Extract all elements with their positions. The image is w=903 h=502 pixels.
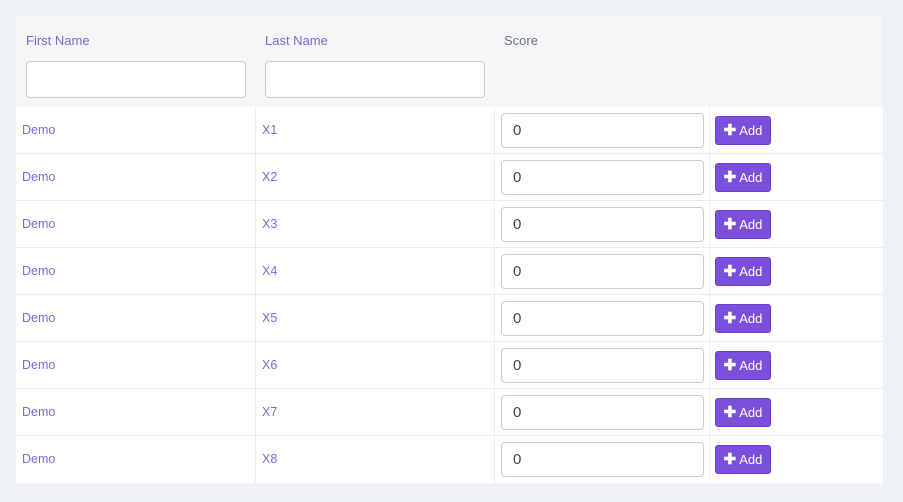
last-name-cell: X2 <box>262 170 278 184</box>
table-row: Demo X7 ✚Add <box>16 389 883 436</box>
first-name-cell: Demo <box>22 452 56 466</box>
add-button[interactable]: ✚ Add <box>715 257 771 286</box>
add-button[interactable]: ✚ Add <box>715 351 771 380</box>
first-name-cell: Demo <box>22 217 56 231</box>
table-row: Demo X4 ✚Add <box>16 248 883 295</box>
score-input[interactable] <box>501 113 704 148</box>
score-input[interactable] <box>501 395 704 430</box>
table-body: Demo X1 ✚Add Demo X2 ✚Add Demo X3 ✚Add D… <box>16 107 883 483</box>
table-row: Demo X8 ✚Add <box>16 436 883 483</box>
plus-icon: ✚ <box>723 216 737 233</box>
table-row: Demo X6 ✚Add <box>16 342 883 389</box>
last-name-cell: X4 <box>262 264 278 278</box>
add-button-label: Add <box>739 452 763 467</box>
first-name-cell: Demo <box>22 358 56 372</box>
add-button[interactable]: ✚ Add <box>715 398 771 427</box>
add-button[interactable]: ✚ Add <box>715 116 771 145</box>
first-name-cell: Demo <box>22 405 56 419</box>
score-table: First Name Last Name Score Demo X1 ✚Add … <box>16 16 883 484</box>
last-name-filter-input[interactable] <box>265 61 485 98</box>
score-input[interactable] <box>501 160 704 195</box>
first-name-filter-input[interactable] <box>26 61 246 98</box>
table-row: Demo X3 ✚Add <box>16 201 883 248</box>
table-row: Demo X5 ✚Add <box>16 295 883 342</box>
last-name-cell: X3 <box>262 217 278 231</box>
table-header: First Name Last Name Score <box>16 16 883 107</box>
add-button[interactable]: ✚ Add <box>715 304 771 333</box>
score-input[interactable] <box>501 301 704 336</box>
header-score: Score <box>504 33 538 48</box>
score-input[interactable] <box>501 348 704 383</box>
score-input[interactable] <box>501 254 704 289</box>
add-button-label: Add <box>739 311 763 326</box>
first-name-cell: Demo <box>22 311 56 325</box>
plus-icon: ✚ <box>723 263 737 280</box>
last-name-cell: X1 <box>262 123 278 137</box>
table-row: Demo X1 ✚Add <box>16 107 883 154</box>
first-name-cell: Demo <box>22 264 56 278</box>
last-name-cell: X7 <box>262 405 278 419</box>
first-name-cell: Demo <box>22 170 56 184</box>
add-button-label: Add <box>739 123 763 138</box>
header-first-name: First Name <box>26 33 90 48</box>
plus-icon: ✚ <box>723 122 737 139</box>
add-button-label: Add <box>739 264 763 279</box>
add-button[interactable]: ✚ Add <box>715 210 771 239</box>
score-input[interactable] <box>501 442 704 477</box>
last-name-cell: X8 <box>262 452 278 466</box>
header-last-name: Last Name <box>265 33 328 48</box>
table-row: Demo X2 ✚Add <box>16 154 883 201</box>
last-name-cell: X5 <box>262 311 278 325</box>
score-input[interactable] <box>501 207 704 242</box>
add-button-label: Add <box>739 358 763 373</box>
plus-icon: ✚ <box>723 451 737 468</box>
last-name-cell: X6 <box>262 358 278 372</box>
first-name-cell: Demo <box>22 123 56 137</box>
add-button-label: Add <box>739 170 763 185</box>
add-button[interactable]: ✚ Add <box>715 163 771 192</box>
plus-icon: ✚ <box>723 169 737 186</box>
plus-icon: ✚ <box>723 404 737 421</box>
add-button[interactable]: ✚ Add <box>715 445 771 474</box>
plus-icon: ✚ <box>723 310 737 327</box>
plus-icon: ✚ <box>723 357 737 374</box>
add-button-label: Add <box>739 405 763 420</box>
add-button-label: Add <box>739 217 763 232</box>
